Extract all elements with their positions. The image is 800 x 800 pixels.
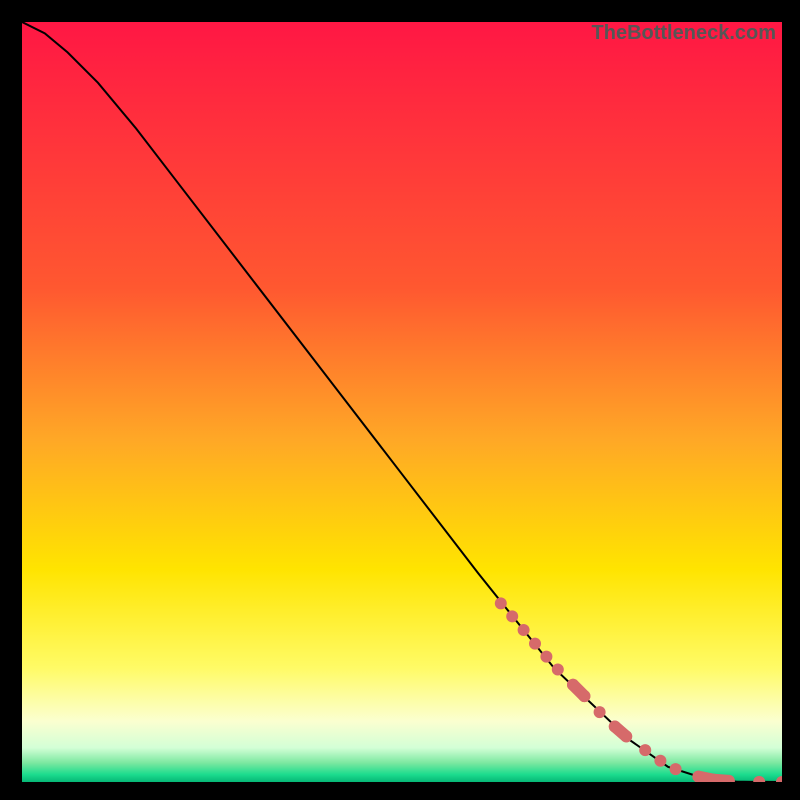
- data-point: [620, 730, 632, 742]
- data-point: [594, 706, 606, 718]
- data-point: [529, 638, 541, 650]
- data-point: [670, 763, 682, 775]
- data-point: [552, 664, 564, 676]
- data-point: [654, 755, 666, 767]
- gradient-background: [22, 22, 782, 782]
- data-point: [578, 690, 590, 702]
- data-point: [540, 651, 552, 663]
- data-point: [506, 610, 518, 622]
- data-point: [639, 744, 651, 756]
- data-point: [567, 679, 579, 691]
- chart-container: TheBottleneck.com: [22, 22, 782, 782]
- chart-plot: [22, 22, 782, 782]
- data-point: [609, 721, 621, 733]
- data-point: [518, 624, 530, 636]
- data-point: [495, 597, 507, 609]
